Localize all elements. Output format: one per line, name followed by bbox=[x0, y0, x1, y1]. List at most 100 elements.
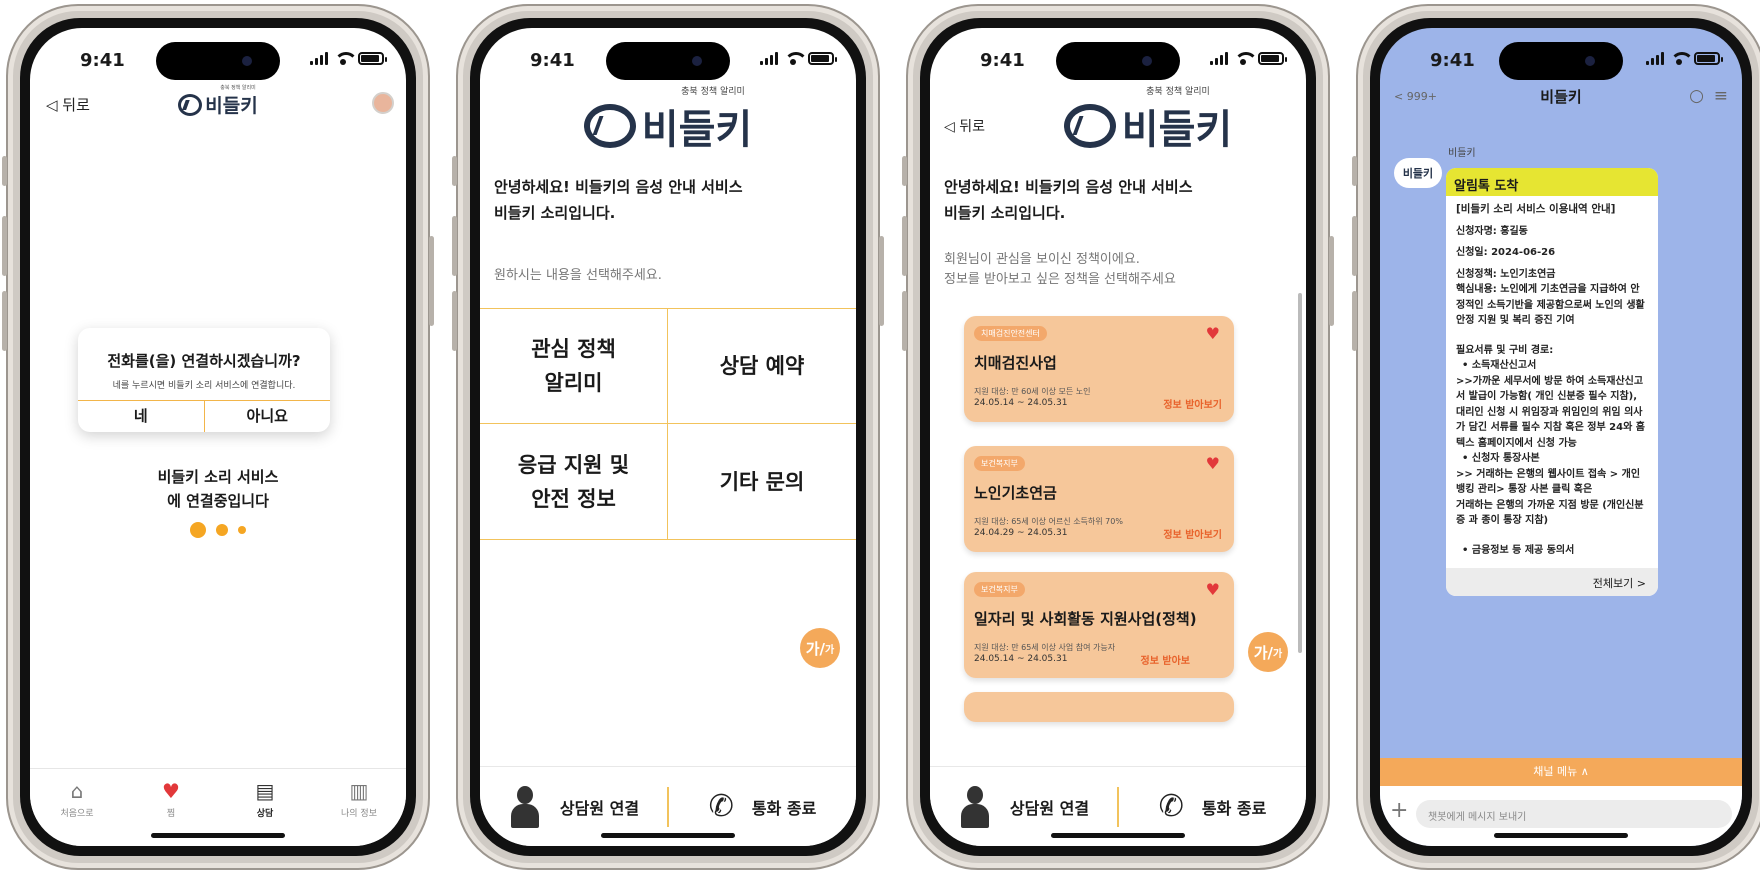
connect-dialog: 전화를(을) 연결하시겠습니까? 네를 누르시면 비들키 소리 서비스에 연결합… bbox=[78, 328, 330, 432]
doc2-text: • 신청자 통장사본 bbox=[1462, 453, 1540, 464]
font-fab-small: 가 bbox=[825, 644, 835, 656]
menu-policy-alert[interactable]: 관심 정책 알리미 bbox=[480, 309, 668, 424]
phone-frame-2: 9:41 충북 정책 알리미 비들키 안녕하세요! 비들키의 음성 안내 서비스… bbox=[452, 4, 884, 870]
end-call-label: 통화 종료 bbox=[1201, 798, 1267, 818]
battery-icon bbox=[1258, 52, 1287, 65]
bubble-header: 알림톡 도착 bbox=[1446, 168, 1658, 196]
policy-badge: 보건복지부 bbox=[974, 582, 1025, 597]
heart-icon: ♥ bbox=[162, 779, 180, 803]
signal-icon bbox=[760, 52, 778, 65]
policy-card[interactable]: 보건복지부 ♥ 노인기초연금 지원 대상: 65세 이상 어르신 소득하위 70… bbox=[964, 446, 1234, 552]
status-bar: 9:41 bbox=[1380, 28, 1742, 84]
doc2-desc: >> 거래하는 은행의 웹사이트 접속 > 개인뱅킹 관리> 통장 사본 클릭 … bbox=[1456, 468, 1644, 527]
policy-period: 24.05.14 ~ 24.05.31 bbox=[974, 398, 1068, 408]
books-icon: ▥ bbox=[349, 779, 369, 803]
connecting-line-1: 비들키 소리 서비스 bbox=[157, 468, 279, 486]
end-call-button[interactable]: ✆ 통화 종료 bbox=[669, 789, 856, 824]
menu-icon[interactable]: ≡ bbox=[1714, 86, 1728, 106]
font-size-button[interactable]: 가/가 bbox=[1248, 632, 1288, 672]
phone-frame-1: 9:41 ◁ 뒤로 충북 정책 알리미 비들키 전화를(을) 연결하시겠습니까?… bbox=[2, 4, 434, 870]
logo-mark-icon bbox=[178, 93, 203, 116]
phone-frame-4: 9:41 < 999+ 비들키 ○ ≡ 비들키 비들키 알림톡 도착 [비들키 … bbox=[1352, 4, 1760, 870]
view-all-button[interactable]: 전체보기 > bbox=[1446, 568, 1658, 596]
policy-badge: 보건복지부 bbox=[974, 456, 1025, 471]
menu-emergency-line1: 응급 지원 및 bbox=[517, 452, 630, 477]
policy-card[interactable]: 치매검진안전센터 ♥ 치매검진사업 지원 대상: 만 60세 이상 모든 노인 … bbox=[964, 316, 1234, 422]
back-button[interactable]: ◁ 뒤로 bbox=[944, 116, 985, 136]
policy-period: 24.05.14 ~ 24.05.31 bbox=[974, 654, 1068, 664]
greeting-text: 안녕하세요! 비들키의 음성 안내 서비스 비들키 소리입니다. bbox=[494, 174, 743, 226]
policy-prompt-line2: 정보를 받아보고 싶은 정책을 선택해주세요 bbox=[944, 272, 1176, 287]
font-fab-label: 가/ bbox=[1253, 643, 1274, 662]
doc1-text: • 소득재산신고서 bbox=[1462, 360, 1537, 371]
policy-more-link[interactable]: 정보 받아보기 bbox=[1163, 526, 1222, 541]
call-agent-label: 상담원 연결 bbox=[559, 798, 640, 818]
applicant-text: 신청자명: 홍길동 bbox=[1456, 225, 1528, 237]
end-call-icon: ✆ bbox=[708, 789, 734, 824]
chat-title: 비들키 bbox=[1540, 88, 1582, 106]
tab-consult-label: 상담 bbox=[256, 809, 274, 819]
status-bar: 9:41 bbox=[930, 28, 1306, 84]
status-bar: 9:41 bbox=[480, 28, 856, 84]
loading-dots bbox=[30, 522, 406, 538]
plus-icon[interactable]: + bbox=[1390, 798, 1408, 823]
logo-caption: 충북 정책 알리미 bbox=[1146, 87, 1210, 97]
core-text: 핵심내용: 노인에게 기초연금을 지급하여 안정적인 소득기반을 제공함으로써 … bbox=[1456, 284, 1645, 326]
call-agent-label: 상담원 연결 bbox=[1009, 798, 1090, 818]
signal-icon bbox=[310, 52, 328, 65]
status-bar: 9:41 bbox=[30, 28, 406, 84]
screen-kakao: 9:41 < 999+ 비들키 ○ ≡ 비들키 비들키 알림톡 도착 [비들키 … bbox=[1380, 28, 1742, 846]
menu-emergency-info[interactable]: 응급 지원 및안전 정보 bbox=[480, 424, 668, 539]
status-time: 9:41 bbox=[530, 50, 575, 71]
policy-card-partial[interactable] bbox=[964, 692, 1234, 722]
chat-input[interactable]: 챗봇에게 메시지 보내기 bbox=[1416, 800, 1732, 828]
battery-icon bbox=[808, 52, 837, 65]
profile-avatar[interactable] bbox=[372, 92, 394, 114]
policy-card[interactable]: 보건복지부 ♥ 일자리 및 사회활동 지원사업(정책) 지원 대상: 만 65세… bbox=[964, 572, 1234, 678]
home-indicator bbox=[151, 833, 285, 838]
end-call-button[interactable]: ✆ 통화 종료 bbox=[1119, 789, 1306, 824]
tab-my-info-label: 나의 정보 bbox=[341, 809, 377, 819]
menu-consult-booking-label: 상담 예약 bbox=[719, 354, 805, 378]
status-time: 9:41 bbox=[1430, 50, 1475, 71]
home-indicator bbox=[1494, 833, 1628, 838]
dialog-yes-button[interactable]: 네 bbox=[78, 401, 204, 432]
home-icon: ⌂ bbox=[70, 779, 84, 803]
policy-name: 일자리 및 사회활동 지원사업(정책) bbox=[974, 610, 1197, 628]
policy-target: 지원 대상: 65세 이상 어르신 소득하위 70% bbox=[974, 517, 1123, 526]
call-agent-button[interactable]: 상담원 연결 bbox=[930, 784, 1117, 830]
tab-home-label: 처음으로 bbox=[60, 809, 94, 819]
heart-icon[interactable]: ♥ bbox=[1206, 324, 1220, 343]
dialog-no-button[interactable]: 아니요 bbox=[203, 401, 331, 432]
home-indicator bbox=[601, 833, 735, 838]
screen-connect: 9:41 ◁ 뒤로 충북 정책 알리미 비들키 전화를(을) 연결하시겠습니까?… bbox=[30, 28, 406, 846]
policy-target: 지원 대상: 만 60세 이상 모든 노인 bbox=[974, 387, 1091, 396]
connecting-text: 비들키 소리 서비스 에 연결중입니다 bbox=[30, 465, 406, 513]
dialog-subtitle: 네를 누르시면 비들키 소리 서비스에 연결합니다. bbox=[112, 381, 296, 391]
scrollbar[interactable] bbox=[1298, 293, 1302, 653]
app-logo: 충북 정책 알리미 비들키 bbox=[30, 84, 406, 118]
heart-icon[interactable]: ♥ bbox=[1206, 454, 1220, 473]
heart-icon[interactable]: ♥ bbox=[1206, 580, 1220, 599]
menu-consult-booking[interactable]: 상담 예약 bbox=[668, 309, 856, 424]
app-logo: 충북 정책 알리미 비들키 bbox=[480, 84, 856, 155]
channel-profile[interactable]: 비들키 bbox=[1394, 158, 1442, 188]
menu-emergency-line2: 안전 정보 bbox=[531, 486, 616, 511]
dynamic-island bbox=[1056, 42, 1180, 80]
menu-other-inquiry[interactable]: 기타 문의 bbox=[668, 424, 856, 539]
font-size-button[interactable]: 가/가 bbox=[800, 628, 840, 668]
tab-my-info[interactable]: ▥ 나의 정보 bbox=[324, 779, 394, 846]
dynamic-island bbox=[606, 42, 730, 80]
policy-more-link[interactable]: 정보 받아보 bbox=[1141, 652, 1190, 667]
policy-more-link[interactable]: 정보 받아보기 bbox=[1163, 396, 1222, 411]
menu-grid: 관심 정책 알리미 상담 예약 응급 지원 및안전 정보 기타 문의 bbox=[480, 308, 856, 540]
logo-mark-icon bbox=[1063, 104, 1116, 148]
search-icon[interactable]: ○ bbox=[1689, 86, 1704, 106]
call-agent-button[interactable]: 상담원 연결 bbox=[480, 784, 667, 830]
apply-date-text: 신청일: 2024-06-26 bbox=[1456, 247, 1556, 258]
wifi-icon bbox=[784, 52, 808, 65]
sender-name: 비들키 bbox=[1448, 148, 1476, 159]
agent-headset-icon bbox=[508, 784, 542, 830]
channel-menu-button[interactable]: 채널 메뉴 ∧ bbox=[1380, 758, 1742, 786]
tab-home[interactable]: ⌂ 처음으로 bbox=[42, 779, 112, 846]
